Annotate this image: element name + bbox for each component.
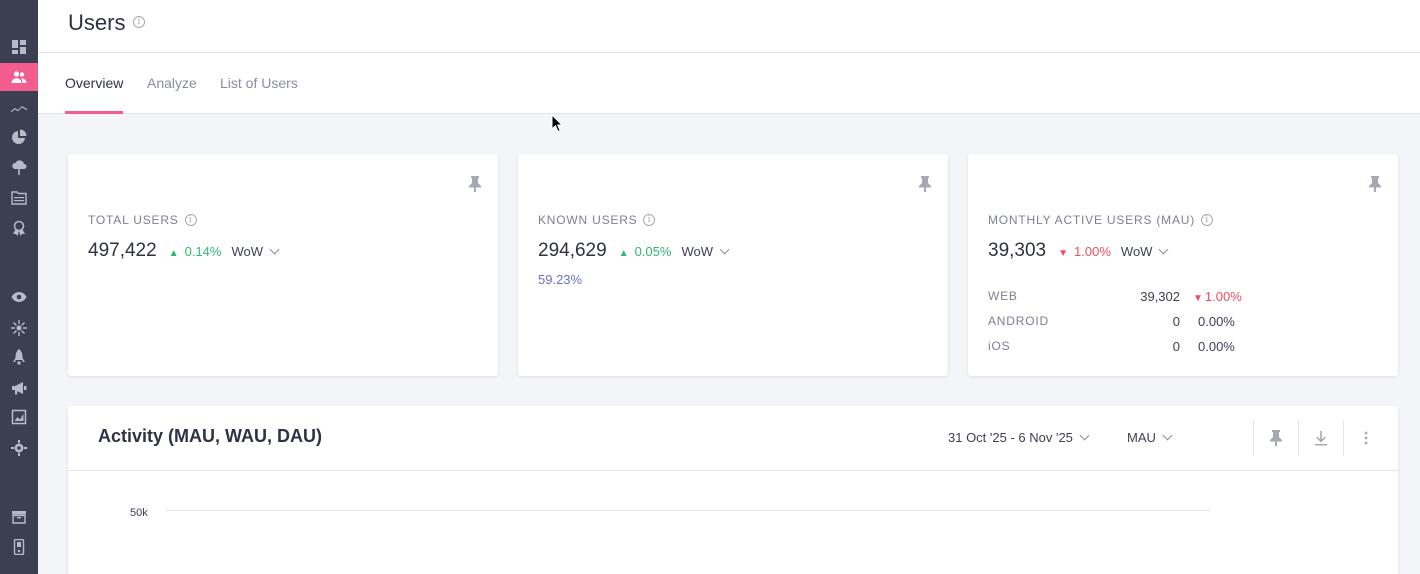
sidebar-item-reports[interactable]: [0, 403, 38, 431]
platform-value: 0: [1172, 339, 1180, 354]
rocket-icon: [13, 349, 25, 365]
sidebar-item-achievements[interactable]: [0, 214, 38, 242]
platform-name: WEB: [988, 289, 1018, 303]
info-icon[interactable]: i: [133, 16, 145, 28]
settings-icon: [11, 440, 27, 456]
download-icon: [1315, 431, 1327, 446]
info-icon[interactable]: i: [1201, 214, 1214, 226]
badge-icon: [13, 220, 25, 236]
y-axis-tick: 50k: [130, 507, 148, 519]
sidebar-item-observe[interactable]: [0, 283, 38, 311]
metric-select[interactable]: MAU: [1127, 430, 1173, 445]
sidebar-item-archive[interactable]: [0, 503, 38, 531]
pin-icon: [1270, 430, 1282, 446]
platform-row-web: WEB 39,302 ▼ 1.00%: [988, 289, 1248, 305]
eye-icon: [11, 292, 27, 302]
metric-row: 294,629 ▲ 0.05% WoW: [538, 240, 730, 262]
activity-header: Activity (MAU, WAU, DAU) 31 Oct '25 - 6 …: [68, 406, 1398, 471]
tab-list-of-users[interactable]: List of Users: [220, 53, 298, 114]
total-users-card: TOTAL USERS i 497,422 ▲ 0.14% WoW: [68, 154, 498, 376]
chevron-down-icon: [1162, 430, 1173, 441]
sparkle-icon: [11, 320, 27, 336]
sidebar-item-campaigns[interactable]: [0, 343, 38, 371]
info-icon[interactable]: i: [184, 214, 197, 226]
metric-row: 497,422 ▲ 0.14% WoW: [88, 240, 280, 262]
sidebar: [0, 0, 38, 574]
arrow-up-icon: ▲: [168, 248, 179, 259]
period-dropdown[interactable]: WoW: [231, 244, 280, 259]
activity-panel: Activity (MAU, WAU, DAU) 31 Oct '25 - 6 …: [68, 406, 1398, 574]
download-button[interactable]: [1298, 420, 1343, 456]
platform-value: 0: [1172, 314, 1180, 329]
tab-analyze[interactable]: Analyze: [147, 53, 197, 114]
cloud-upload-icon: [12, 160, 27, 175]
known-share-percent: 59.23%: [538, 272, 583, 287]
metric-value: 497,422: [88, 240, 157, 261]
metric-row: 39,303 ▼ 1.00% WoW: [988, 240, 1169, 262]
platform-delta: 0.00%: [1198, 339, 1235, 354]
megaphone-icon: [12, 382, 27, 395]
pin-icon[interactable]: [1368, 176, 1382, 192]
sidebar-item-catalog[interactable]: [0, 184, 38, 212]
sidebar-item-data[interactable]: [0, 154, 38, 182]
chevron-down-icon: [269, 244, 280, 255]
platform-name: ANDROID: [988, 314, 1049, 328]
period-dropdown[interactable]: WoW: [681, 244, 730, 259]
users-icon: [11, 71, 27, 83]
sidebar-item-settings[interactable]: [0, 434, 38, 462]
sidebar-item-trends[interactable]: [0, 94, 38, 122]
date-range-picker[interactable]: 31 Oct '25 - 6 Nov '25: [948, 430, 1090, 445]
metric-label: KNOWN USERS i: [538, 213, 656, 227]
tab-overview[interactable]: Overview: [65, 53, 124, 114]
more-vertical-icon: [1364, 431, 1368, 445]
metric-label: MONTHLY ACTIVE USERS (MAU) i: [988, 213, 1214, 227]
known-users-card: KNOWN USERS i 294,629 ▲ 0.05% WoW 59.23%: [518, 154, 948, 376]
device-icon: [13, 539, 25, 555]
sidebar-item-engage[interactable]: [0, 374, 38, 402]
pin-icon[interactable]: [918, 176, 932, 192]
chevron-down-icon: [1079, 430, 1090, 441]
delta-badge: ▲ 0.05%: [618, 244, 672, 259]
platform-delta: 0.00%: [1198, 314, 1235, 329]
delta-badge: ▲ 0.14%: [168, 244, 222, 259]
platform-value: 39,302: [1140, 289, 1180, 304]
arrow-down-icon: ▼: [1058, 248, 1069, 259]
delta-badge: ▼ 1.00%: [1058, 244, 1111, 259]
pin-button[interactable]: [1253, 420, 1298, 456]
trend-icon: [11, 106, 27, 113]
platform-delta: ▼ 1.00%: [1193, 289, 1242, 304]
report-icon: [11, 409, 27, 425]
chevron-down-icon: [719, 244, 730, 255]
sidebar-item-devices[interactable]: [0, 533, 38, 561]
platform-name: iOS: [988, 339, 1011, 353]
chevron-down-icon: [1159, 244, 1169, 255]
mouse-cursor-icon: [551, 114, 563, 133]
sidebar-item-segments[interactable]: [0, 123, 38, 151]
arrow-up-icon: ▲: [618, 248, 629, 259]
period-dropdown[interactable]: WoW: [1121, 244, 1169, 259]
tab-bar: Overview Analyze List of Users: [38, 53, 1420, 114]
mau-card: MONTHLY ACTIVE USERS (MAU) i 39,303 ▼ 1.0…: [968, 154, 1398, 376]
metric-label: TOTAL USERS i: [88, 213, 197, 227]
sidebar-item-dashboard[interactable]: [0, 33, 38, 61]
pie-chart-icon: [12, 129, 27, 144]
more-options-button[interactable]: [1343, 420, 1388, 456]
platform-row-android: ANDROID 0 0.00%: [988, 314, 1248, 330]
activity-title: Activity (MAU, WAU, DAU): [98, 426, 322, 446]
page-title: Users: [68, 10, 126, 35]
info-icon[interactable]: i: [643, 214, 656, 226]
folder-icon: [11, 191, 27, 205]
platform-row-ios: iOS 0 0.00%: [988, 339, 1248, 355]
metric-value: 294,629: [538, 240, 607, 261]
sidebar-item-users[interactable]: [0, 63, 38, 91]
dashboard-icon: [12, 40, 26, 54]
sidebar-item-personalize[interactable]: [0, 314, 38, 342]
metric-value: 39,303: [988, 240, 1047, 261]
arrow-down-icon: ▼: [1193, 293, 1203, 304]
archive-icon: [12, 511, 26, 524]
page-header: Users i: [38, 0, 1420, 53]
pin-icon[interactable]: [468, 176, 482, 192]
grid-line: [165, 510, 1211, 511]
